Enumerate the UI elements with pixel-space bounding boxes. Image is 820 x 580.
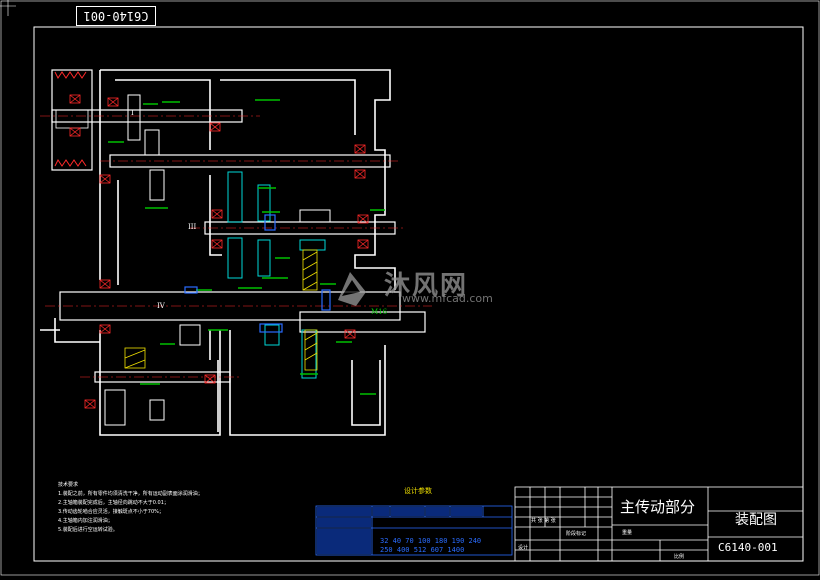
shaft-label-i: I: [131, 109, 134, 117]
speed-values: 32 40 70 100 180 190 240 250 400 512 607…: [380, 537, 481, 555]
technical-notes: 技术要求 1.装配之前，所有零件均须清洗干净，所有运动副表面涂润滑油； 2.主轴…: [58, 481, 203, 535]
dimension-marks: [108, 99, 385, 395]
note-item: 4.主轴箱内加注润滑油；: [58, 518, 113, 524]
note-item: 3.传动齿轮啮合应灵活，接触斑点不小于70%；: [58, 509, 164, 515]
shaft-label-iii: III: [188, 223, 197, 231]
drawing-canvas: C6140-001 主传动部分 装配图 C6140-001 共 张 第 张 阶段…: [0, 0, 820, 576]
notes-heading: 技术要求: [58, 482, 79, 488]
title-block-weight: 重量: [622, 530, 633, 536]
drive-pulley: [51, 69, 93, 171]
speed-values-line-1: 32 40 70 100 180 190 240: [380, 537, 482, 545]
sheet-code-rotated: C6140-001: [76, 6, 156, 26]
corner-mark: [0, 0, 16, 16]
thread-label: M16: [371, 308, 388, 316]
title-block-sheet: 共 张 第 张: [531, 518, 556, 524]
note-item: 2.主轴箱装配完成后，主轴径向跳动不大于0.01；: [58, 500, 169, 506]
drawing-title: 主传动部分: [620, 498, 696, 516]
title-block-stage: 阶段标记: [566, 531, 587, 537]
shaft-label-iv: IV: [157, 302, 165, 310]
shafts: [51, 109, 426, 383]
title-block-row: 设计: [518, 545, 529, 551]
gears-hatched: [124, 249, 318, 371]
note-item: 1.装配之前，所有零件均须清洗干净，所有运动副表面涂润滑油；: [58, 491, 203, 497]
parameter-table-title: 设计参数: [404, 487, 432, 495]
drawing-kind: 装配图: [735, 512, 777, 528]
watermark-logo: [338, 272, 366, 306]
speed-values-line-2: 250 400 512 607 1400: [380, 546, 465, 554]
drawing-code: C6140-001: [718, 541, 778, 554]
note-item: 5.装配后进行空运转试验。: [58, 527, 118, 533]
title-block-scale: 比例: [674, 554, 685, 560]
watermark-url: www.mfcad.com: [402, 292, 493, 305]
